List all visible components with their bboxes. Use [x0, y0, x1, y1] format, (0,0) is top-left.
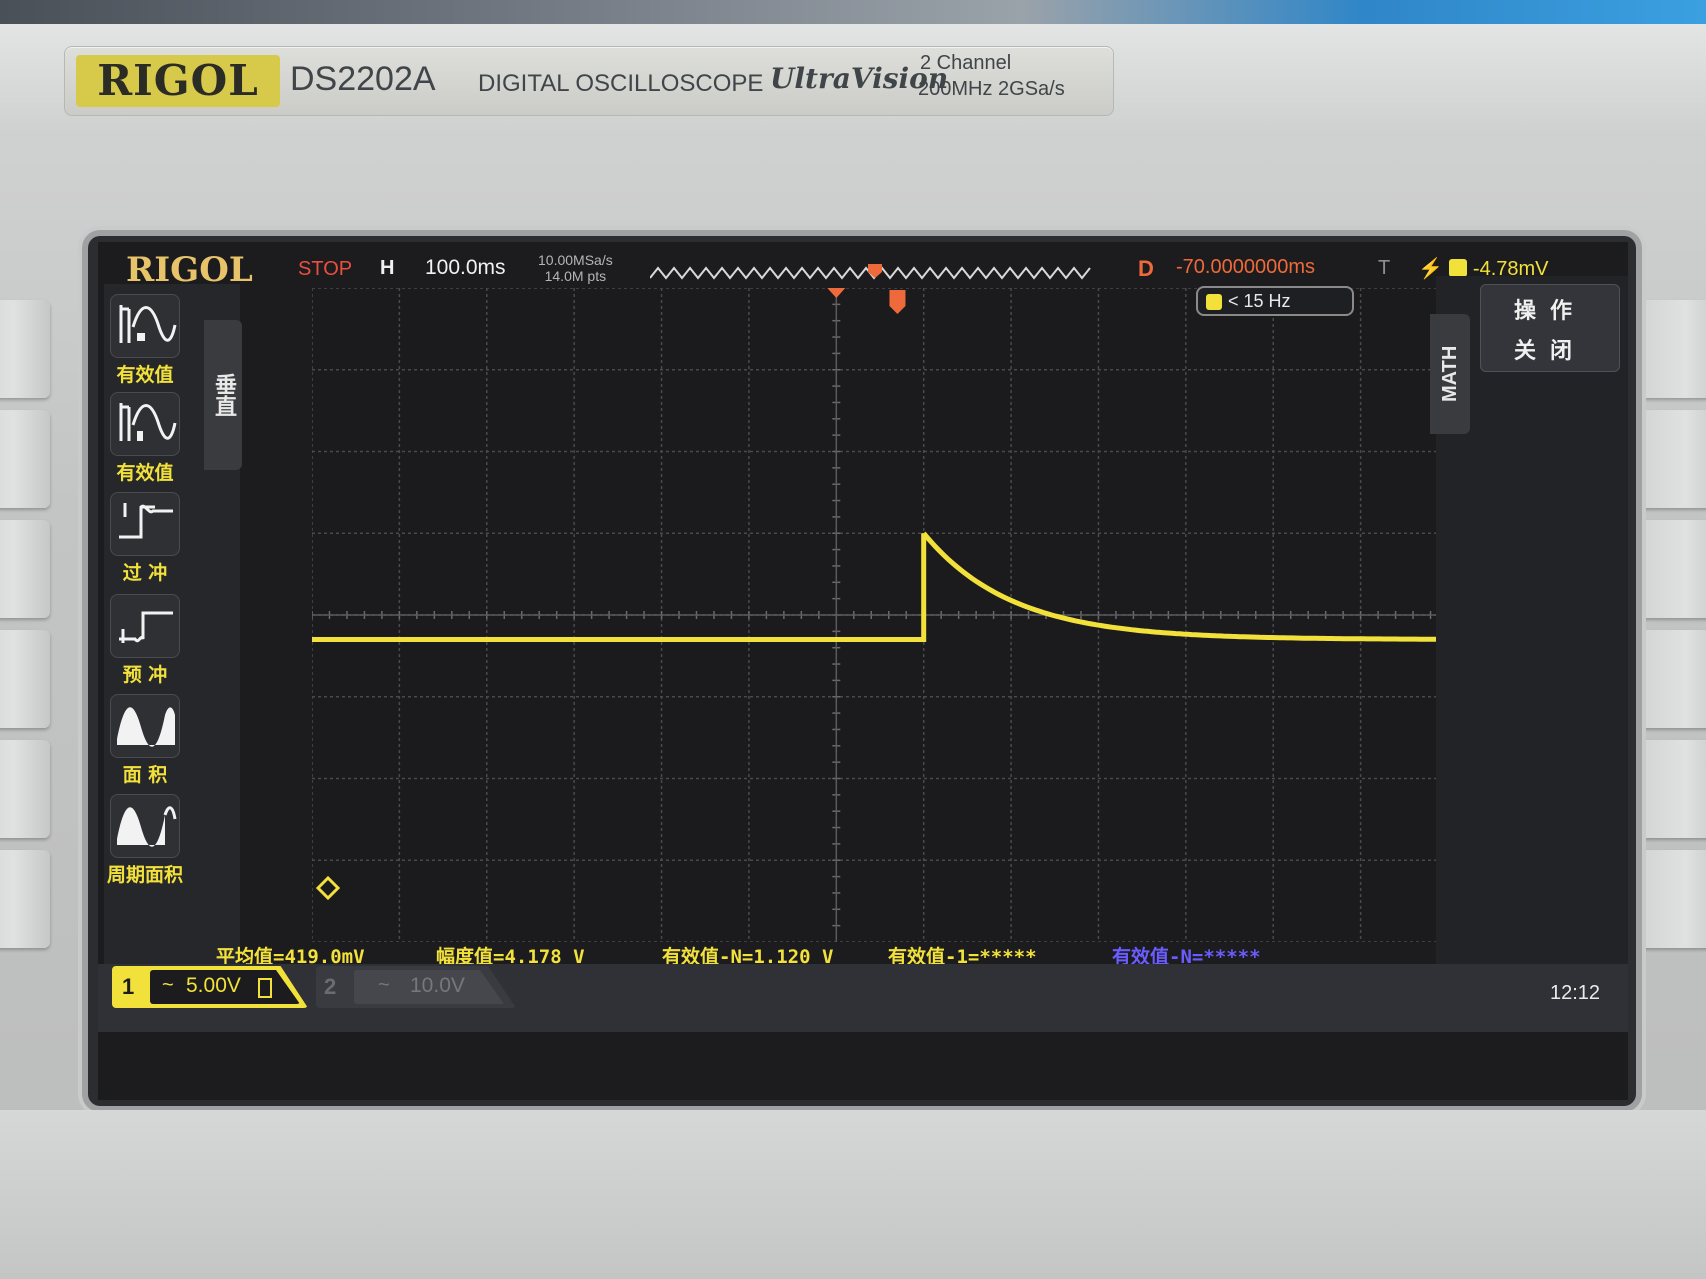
meas-period-area-label: 周期面积: [106, 864, 183, 886]
right-softkey-5[interactable]: [1632, 740, 1706, 838]
ac-coupling-icon: ~: [162, 974, 174, 996]
left-softkey-2[interactable]: [0, 410, 50, 508]
math-operation-button[interactable]: 操作 关闭: [1480, 284, 1620, 372]
system-clock: 12:12: [1550, 982, 1601, 1004]
meas-overshoot-label: 过 冲: [122, 562, 168, 584]
frequency-value: < 15 Hz: [1228, 291, 1291, 311]
model-name: DS2202A: [290, 60, 436, 98]
oscilloscope-device: RIGOL DS2202A DIGITAL OSCILLOSCOPE Ultra…: [0, 0, 1706, 1279]
math-tab[interactable]: MATH: [1430, 314, 1470, 434]
channel-count: 2 Channel: [920, 52, 1012, 74]
memory-depth: 14.0M pts: [544, 268, 607, 284]
meas-preshoot[interactable]: 预 冲: [102, 594, 188, 687]
vertical-tab[interactable]: 垂直: [204, 320, 242, 470]
period-area-icon: [110, 794, 180, 858]
meas-area-label: 面 积: [122, 764, 168, 786]
overshoot-icon: [110, 492, 180, 556]
frequency-counter: < 15 Hz: [1196, 286, 1354, 316]
acquisition-info: 10.00MSa/s 14.0M pts: [538, 252, 613, 284]
left-softkey-4[interactable]: [0, 630, 50, 728]
ac-coupling-icon: ~: [378, 974, 390, 996]
device-description: DIGITAL OSCILLOSCOPE: [478, 70, 764, 97]
meas-rms-n-label: 有效值: [116, 364, 174, 386]
meas-rms-n[interactable]: 有效值: [102, 294, 188, 387]
channel1-scale[interactable]: 5.00V: [186, 974, 241, 998]
meas-rms-1[interactable]: 有效值: [102, 392, 188, 485]
delay-label: D: [1138, 256, 1154, 281]
left-softkey-3[interactable]: [0, 520, 50, 618]
delay-value[interactable]: -70.0000000ms: [1176, 256, 1315, 279]
right-softkey-3[interactable]: [1632, 520, 1706, 618]
operation-title: 操作: [1513, 299, 1586, 324]
right-softkey-1[interactable]: [1632, 300, 1706, 398]
device-spec: 200MHz 2GSa/s: [918, 78, 1065, 100]
left-softkey-5[interactable]: [0, 740, 50, 838]
channel2-number: 2: [324, 974, 337, 999]
preshoot-icon: [110, 594, 180, 658]
meas-period-area[interactable]: 周期面积: [102, 794, 188, 887]
brand-logo: RIGOL: [76, 55, 280, 107]
trigger-source-badge: [1448, 259, 1467, 277]
trigger-position-marker-icon: [868, 264, 882, 278]
math-menu: MATH 操作 关闭: [1430, 276, 1628, 966]
display-screen: RIGOL STOP H 100.0ms 10.00MSa/s 14.0M pt…: [98, 242, 1628, 1100]
operation-value: 关闭: [1513, 339, 1586, 364]
horizontal-icon: H: [380, 257, 395, 279]
counter-source-badge: [1206, 294, 1222, 310]
background-strip: [0, 0, 1706, 26]
bandwidth-limit-icon: [258, 978, 272, 998]
area-icon: [110, 694, 180, 758]
meas-overshoot[interactable]: 过 冲: [102, 492, 188, 585]
rms-n-icon: [110, 294, 180, 358]
run-stop-status[interactable]: STOP: [298, 258, 352, 281]
waveform-grid: [312, 288, 1448, 942]
channel1-number: 1: [122, 974, 135, 999]
meas-rms-1-label: 有效值: [116, 462, 174, 484]
meas-preshoot-label: 预 冲: [122, 664, 168, 686]
right-softkey-4[interactable]: [1632, 630, 1706, 728]
lower-bezel: [0, 1110, 1706, 1279]
memory-overview-icon: [650, 264, 1091, 280]
left-softkey-6[interactable]: [0, 850, 50, 948]
rms-1-icon: [110, 392, 180, 456]
meas-area[interactable]: 面 积: [102, 694, 188, 787]
timebase-value[interactable]: 100.0ms: [425, 256, 506, 280]
channel2-scale[interactable]: 10.0V: [410, 974, 465, 998]
trigger-label: T: [1378, 257, 1391, 279]
sample-rate: 10.00MSa/s: [538, 252, 613, 268]
right-softkey-2[interactable]: [1632, 410, 1706, 508]
right-softkey-6[interactable]: [1632, 850, 1706, 948]
left-softkey-1[interactable]: [0, 300, 50, 398]
